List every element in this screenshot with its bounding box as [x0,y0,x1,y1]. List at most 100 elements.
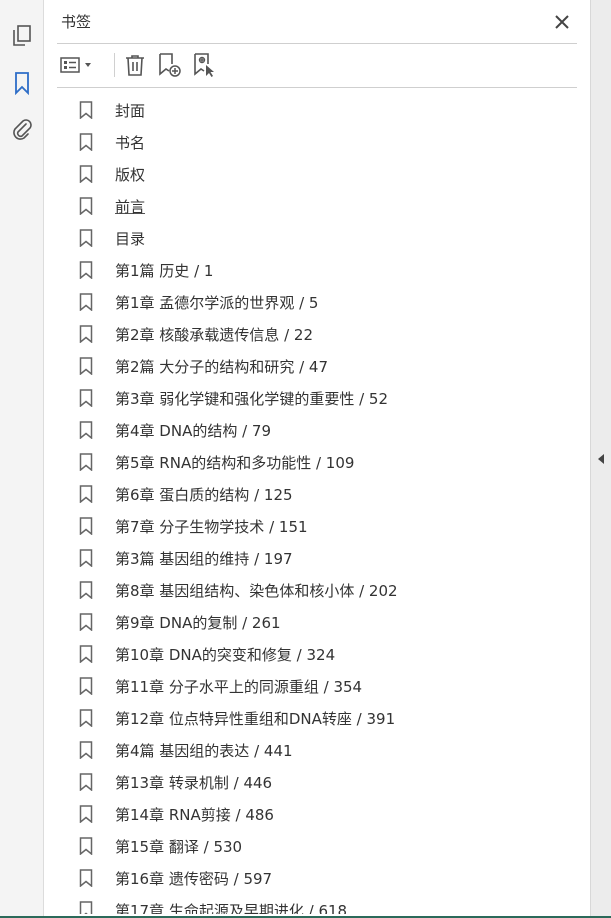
bookmark-label: 封面 [115,101,146,120]
bookmark-icon [79,613,93,631]
delete-button[interactable] [121,50,149,80]
bookmark-label: 第3篇 基因组的维持 / 197 [115,549,293,568]
bookmark-label: 第4篇 基因组的表达 / 441 [115,741,293,760]
bookmark-label: 第15章 翻译 / 530 [115,837,243,856]
bookmark-label: 前言 [115,197,146,216]
panel-splitter[interactable] [590,0,611,918]
bookmark-label: 目录 [115,229,146,248]
bookmark-icon [79,421,93,439]
close-icon[interactable] [551,11,573,33]
new-bookmark-from-selection-button[interactable] [191,50,219,80]
bookmark-label: 第6章 蛋白质的结构 / 125 [115,485,293,504]
divider [57,87,577,88]
bookmark-item[interactable]: 第1章 孟德尔学派的世界观 / 5 [65,286,565,318]
bookmark-icon [79,357,93,375]
bookmark-label: 第16章 遗传密码 / 597 [115,869,273,888]
bookmark-icon [79,197,93,215]
bookmark-item[interactable]: 第10章 DNA的突变和修复 / 324 [65,638,565,670]
toolbar-separator [114,53,115,77]
collapse-arrow-icon[interactable] [595,450,607,468]
bookmark-icon [79,709,93,727]
bookmark-item[interactable]: 第3章 弱化学键和强化学键的重要性 / 52 [65,382,565,414]
bookmark-label: 第11章 分子水平上的同源重组 / 354 [115,677,363,696]
bookmark-icon [79,805,93,823]
bookmark-item[interactable]: 第7章 分子生物学技术 / 151 [65,510,565,542]
bookmark-label: 第3章 弱化学键和强化学键的重要性 / 52 [115,389,388,408]
delete-icon [126,55,144,76]
bookmark-icon [79,261,93,279]
bookmark-icon [79,549,93,567]
bookmark-label: 第1章 孟德尔学派的世界观 / 5 [115,293,319,312]
options-menu-button[interactable] [59,50,95,80]
bookmark-item[interactable]: 第6章 蛋白质的结构 / 125 [65,478,565,510]
bookmark-label: 书名 [115,133,146,152]
bookmark-item[interactable]: 第13章 转录机制 / 446 [65,766,565,798]
bookmark-item[interactable]: 第3篇 基因组的维持 / 197 [65,542,565,574]
bookmark-icon [79,101,93,119]
new-bookmark-from-selection-icon [194,53,214,77]
bookmark-label: 第7章 分子生物学技术 / 151 [115,517,308,536]
bookmark-label: 第5章 RNA的结构和多功能性 / 109 [115,453,355,472]
bookmark-label: 第4章 DNA的结构 / 79 [115,421,272,440]
bookmark-icon [79,677,93,695]
bookmark-icon [79,581,93,599]
bookmark-icon [79,517,93,535]
new-bookmark-icon [159,53,181,77]
bookmark-icon [79,485,93,503]
bookmark-item[interactable]: 第17章 生命起源及早期进化 / 618 [65,894,565,914]
bookmark-item[interactable]: 第15章 翻译 / 530 [65,830,565,862]
bookmark-item[interactable]: 第4章 DNA的结构 / 79 [65,414,565,446]
bookmarks-panel: 书签 封面 书名 版权 前言 目录 第1篇 历史 / 1 第1章 孟德尔学派的世… [45,0,590,918]
bookmark-icon [79,453,93,471]
bookmark-item[interactable]: 第16章 遗传密码 / 597 [65,862,565,894]
options-menu-icon [60,57,91,73]
divider [57,43,577,44]
bookmark-label: 第2篇 大分子的结构和研究 / 47 [115,357,328,376]
bookmark-icon [79,645,93,663]
bookmark-item[interactable]: 第8章 基因组结构、染色体和核小体 / 202 [65,574,565,606]
bookmark-icon [79,325,93,343]
bookmark-list: 封面书名版权前言目录第1篇 历史 / 1 第1章 孟德尔学派的世界观 / 5 第2章… [65,94,565,914]
bookmark-item[interactable]: 第14章 RNA剪接 / 486 [65,798,565,830]
bookmark-label: 第9章 DNA的复制 / 261 [115,613,281,632]
bookmark-item[interactable]: 第4篇 基因组的表达 / 441 [65,734,565,766]
bookmark-label: 版权 [115,165,146,184]
bookmark-icon [79,869,93,887]
bookmark-item[interactable]: 第11章 分子水平上的同源重组 / 354 [65,670,565,702]
bookmark-label: 第8章 基因组结构、染色体和核小体 / 202 [115,581,398,600]
bookmark-icon [79,133,93,151]
bookmark-label: 第2章 核酸承载遗传信息 / 22 [115,325,313,344]
bookmark-label: 第17章 生命起源及早期进化 / 618 [115,901,348,915]
bookmark-item[interactable]: 书名 [65,126,565,158]
bookmark-label: 第12章 位点特异性重组和DNA转座 / 391 [115,709,396,728]
bookmark-item[interactable]: 前言 [65,190,565,222]
bookmark-item[interactable]: 封面 [65,94,565,126]
bookmark-item[interactable]: 第2篇 大分子的结构和研究 / 47 [65,350,565,382]
panel-title: 书签 [61,13,92,31]
bookmark-item[interactable]: 第9章 DNA的复制 / 261 [65,606,565,638]
bookmark-icon [79,837,93,855]
bookmark-item[interactable]: 第12章 位点特异性重组和DNA转座 / 391 [65,702,565,734]
bookmark-toolbar [57,50,577,82]
pages-icon[interactable] [10,24,34,48]
bookmark-icon[interactable] [10,71,34,95]
bookmark-icon [79,165,93,183]
bookmark-icon [79,901,93,914]
bookmark-label: 第1篇 历史 / 1 [115,261,214,280]
bookmark-label: 第10章 DNA的突变和修复 / 324 [115,645,336,664]
bookmark-icon [79,741,93,759]
bookmark-item[interactable]: 版权 [65,158,565,190]
bookmark-icon [79,293,93,311]
bookmark-icon [79,389,93,407]
bookmark-item[interactable]: 第2章 核酸承载遗传信息 / 22 [65,318,565,350]
bookmark-icon [79,229,93,247]
bookmark-label: 第13章 转录机制 / 446 [115,773,273,792]
left-tool-rail [0,0,44,918]
bookmark-icon [79,773,93,791]
bookmark-item[interactable]: 第1篇 历史 / 1 [65,254,565,286]
new-bookmark-button[interactable] [155,50,183,80]
attachment-icon[interactable] [10,117,34,141]
bookmark-item[interactable]: 第5章 RNA的结构和多功能性 / 109 [65,446,565,478]
bookmark-item[interactable]: 目录 [65,222,565,254]
bookmark-label: 第14章 RNA剪接 / 486 [115,805,274,824]
